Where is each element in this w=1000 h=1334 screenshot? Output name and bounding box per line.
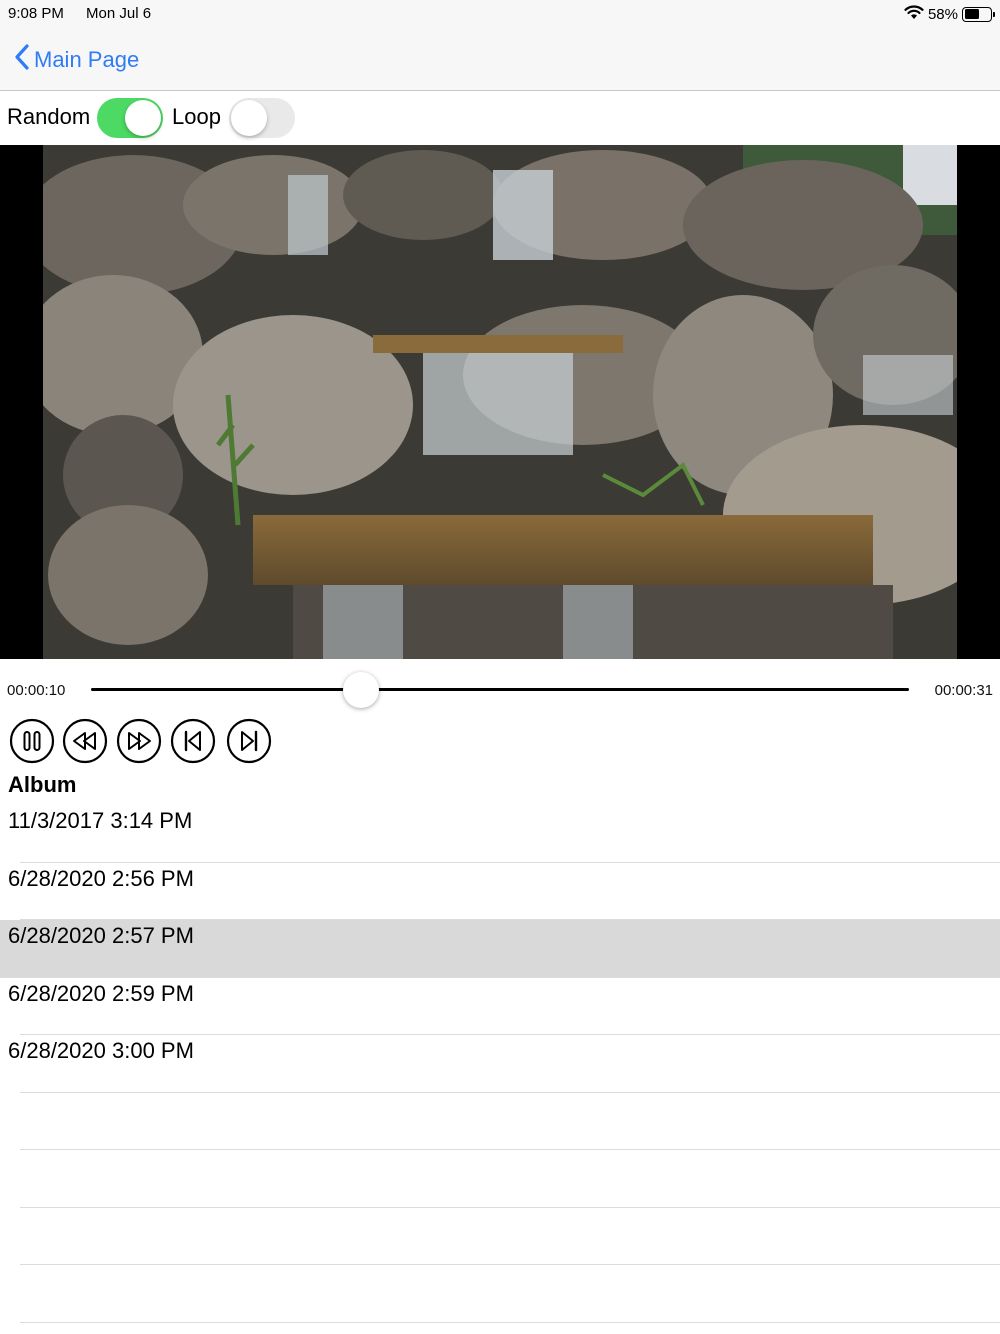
rewind-icon bbox=[62, 718, 108, 764]
progress-thumb[interactable] bbox=[342, 672, 379, 708]
toggle-row: Random Loop bbox=[0, 92, 1000, 145]
list-item[interactable]: 6/28/2020 2:59 PM bbox=[0, 978, 1000, 1035]
list-item[interactable]: 6/28/2020 3:00 PM bbox=[0, 1035, 1000, 1093]
battery-percent: 58% bbox=[927, 5, 958, 23]
random-label: Random bbox=[7, 104, 91, 129]
list-item-label: 6/28/2020 2:56 PM bbox=[8, 865, 194, 891]
skip-forward-button[interactable] bbox=[226, 718, 272, 764]
playback-controls bbox=[0, 718, 1000, 766]
list-item[interactable]: 11/3/2017 3:14 PM bbox=[0, 805, 1000, 863]
loop-label: Loop bbox=[172, 104, 221, 129]
list-item-label: 6/28/2020 2:59 PM bbox=[8, 980, 194, 1006]
progress-row: 00:00:10 00:00:31 bbox=[0, 670, 1000, 710]
video-frame bbox=[43, 145, 957, 659]
empty-list-row bbox=[0, 1208, 1000, 1265]
status-date: Mon Jul 6 bbox=[86, 5, 152, 22]
back-button[interactable]: Main Page bbox=[14, 44, 139, 76]
empty-list-row bbox=[0, 1150, 1000, 1208]
skip-back-icon bbox=[170, 718, 216, 764]
row-separator bbox=[20, 1321, 1000, 1323]
fast-forward-icon bbox=[116, 718, 162, 764]
video-player[interactable] bbox=[0, 145, 1000, 659]
rewind-button[interactable] bbox=[62, 718, 108, 764]
list-item[interactable]: 6/28/2020 2:57 PM bbox=[0, 920, 1000, 978]
skip-back-button[interactable] bbox=[170, 718, 216, 764]
list-item[interactable]: 6/28/2020 2:56 PM bbox=[0, 863, 1000, 920]
empty-list-row bbox=[0, 1265, 1000, 1323]
loop-switch[interactable] bbox=[229, 98, 295, 138]
battery-icon bbox=[962, 6, 995, 22]
album-title: Album bbox=[8, 772, 77, 797]
skip-forward-icon bbox=[226, 718, 272, 764]
list-item-label: 6/28/2020 2:57 PM bbox=[8, 923, 194, 948]
current-time: 00:00:10 bbox=[7, 682, 66, 699]
wifi-icon bbox=[904, 4, 924, 24]
empty-list-row bbox=[0, 1093, 1000, 1150]
total-time: 00:00:31 bbox=[934, 682, 993, 699]
progress-slider[interactable] bbox=[91, 672, 909, 708]
fast-forward-button[interactable] bbox=[116, 718, 162, 764]
chevron-left-icon bbox=[14, 44, 30, 76]
status-time: 9:08 PM bbox=[8, 5, 64, 22]
list-item-label: 6/28/2020 3:00 PM bbox=[8, 1038, 194, 1063]
list-item-label: 11/3/2017 3:14 PM bbox=[8, 808, 193, 833]
pause-button[interactable] bbox=[9, 718, 55, 764]
navigation-bar: Main Page bbox=[0, 28, 1000, 91]
status-bar: 9:08 PM Mon Jul 6 58% bbox=[0, 0, 1000, 28]
random-switch[interactable] bbox=[97, 98, 163, 138]
status-indicators: 58% bbox=[904, 4, 995, 24]
pause-icon bbox=[9, 718, 55, 764]
back-button-label: Main Page bbox=[34, 47, 140, 72]
album-list: 11/3/2017 3:14 PM 6/28/2020 2:56 PM 6/28/2… bbox=[0, 805, 1000, 1323]
